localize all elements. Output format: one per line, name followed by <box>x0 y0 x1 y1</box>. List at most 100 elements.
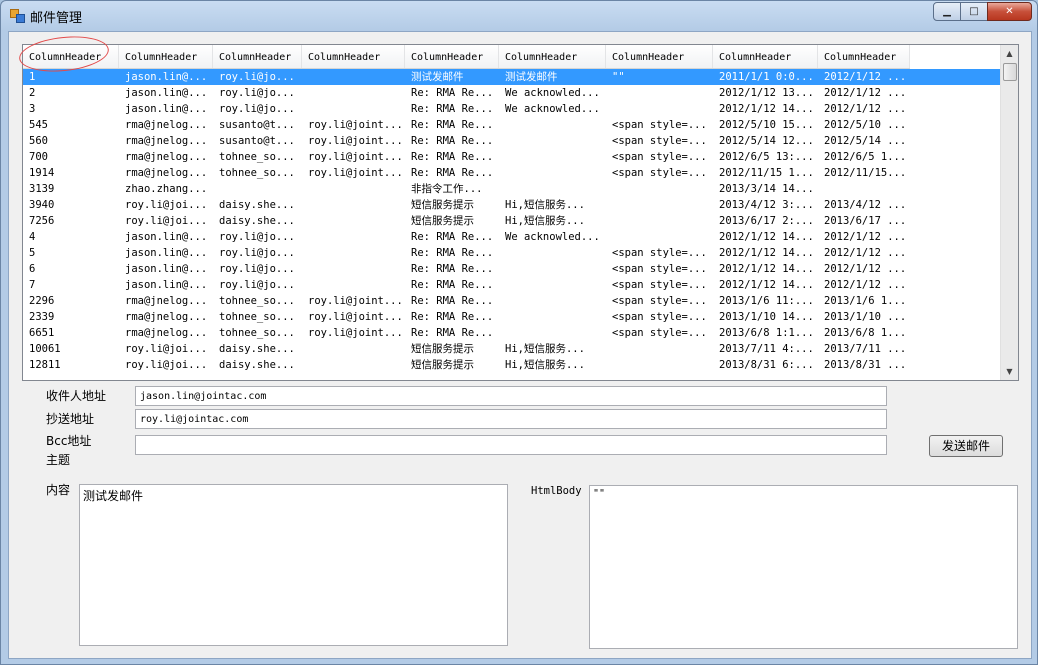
table-row[interactable]: 3940 roy.li@joi... daisy.she... 短信服务提示 Hi,短信… <box>23 197 1001 213</box>
table-cell: jason.lin@... <box>125 71 208 83</box>
column-header[interactable]: ColumnHeader <box>119 45 213 68</box>
maximize-button[interactable]: □ <box>960 2 988 21</box>
table-row[interactable]: 10061 roy.li@joi... daisy.she... 短信服务提示 Hi,短… <box>23 341 1001 357</box>
scroll-thumb[interactable] <box>1003 63 1017 81</box>
table-cell: roy.li@jo... <box>219 103 295 115</box>
table-cell <box>499 293 606 309</box>
table-cell <box>606 181 713 197</box>
minimize-button[interactable]: ▁ <box>933 2 961 21</box>
table-row[interactable]: 2 jason.lin@... roy.li@jo... Re: RMA Re... W… <box>23 85 1001 101</box>
table-row[interactable]: 700 rma@jnelog... tohnee_so... roy.li@joint… <box>23 149 1001 165</box>
table-cell <box>606 229 713 245</box>
table-cell: 10061 <box>29 343 61 355</box>
table-cell <box>499 117 606 133</box>
table-cell <box>499 261 606 277</box>
to-field[interactable]: jason.lin@jointac.com <box>135 386 887 406</box>
table-cell: 2013/6/8 1... <box>824 327 907 339</box>
scroll-up-icon[interactable]: ▲ <box>1001 45 1018 62</box>
cc-label: 抄送地址 <box>46 412 95 426</box>
table-cell: Re: RMA Re... <box>411 151 494 163</box>
table-cell: <span style=... <box>612 167 707 179</box>
table-cell: 2013/7/11 4:... <box>719 343 814 355</box>
column-header[interactable]: ColumnHeader <box>606 45 713 68</box>
content-textarea[interactable]: 测试发邮件 <box>79 484 508 646</box>
table-cell: 2012/1/12 14... <box>719 263 814 275</box>
column-header[interactable]: ColumnHeader <box>302 45 405 68</box>
table-cell: <span style=... <box>612 135 707 147</box>
table-row[interactable]: 7 jason.lin@... roy.li@jo... Re: RMA Re... <… <box>23 277 1001 293</box>
table-cell: 2013/1/6 1... <box>824 295 907 307</box>
to-label: 收件人地址 <box>46 389 107 403</box>
table-row[interactable]: 1 jason.lin@... roy.li@jo... 测试发邮件 测试发邮件 "" 20… <box>23 69 1001 85</box>
table-cell: <span style=... <box>612 151 707 163</box>
table-cell: <span style=... <box>612 327 707 339</box>
table-cell: We acknowled... <box>505 103 600 115</box>
table-row[interactable]: 2339 rma@jnelog... tohnee_so... roy.li@join… <box>23 309 1001 325</box>
table-cell: 700 <box>29 151 48 163</box>
table-cell: rma@jnelog... <box>125 151 208 163</box>
close-button[interactable]: ✕ <box>987 2 1032 21</box>
minimize-icon: ▁ <box>943 6 951 17</box>
htmlbody-label: HtmlBody <box>531 485 582 497</box>
table-row[interactable]: 7256 roy.li@joi... daisy.she... 短信服务提示 Hi,短信… <box>23 213 1001 229</box>
table-cell: We acknowled... <box>505 87 600 99</box>
table-cell <box>606 213 713 229</box>
table-cell: daisy.she... <box>219 359 295 371</box>
send-mail-button[interactable]: 发送邮件 <box>929 435 1003 457</box>
table-cell <box>606 197 713 213</box>
table-cell: 6 <box>29 263 36 275</box>
table-cell: Hi,短信服务... <box>505 215 585 227</box>
caption-buttons: ▁ □ ✕ <box>933 2 1032 21</box>
table-cell: 6651 <box>29 327 55 339</box>
table-cell: 2012/1/12 14... <box>719 247 814 259</box>
column-header[interactable]: ColumnHeader <box>405 45 499 68</box>
app-icon <box>10 9 25 23</box>
htmlbody-textarea[interactable]: "" <box>589 485 1018 649</box>
table-row[interactable]: 3 jason.lin@... roy.li@jo... Re: RMA Re... W… <box>23 101 1001 117</box>
table-cell: jason.lin@... <box>125 263 208 275</box>
table-cell: 2013/1/10 ... <box>824 311 907 323</box>
scroll-down-icon[interactable]: ▼ <box>1001 363 1018 380</box>
table-cell: roy.li@jo... <box>219 279 295 291</box>
table-cell: 7256 <box>29 215 55 227</box>
table-row[interactable]: 560 rma@jnelog... susanto@t... roy.li@joint… <box>23 133 1001 149</box>
table-row[interactable]: 3139 zhao.zhang... 非指令工作... 2013/3/14 14... <box>23 181 1001 197</box>
table-cell: daisy.she... <box>219 343 295 355</box>
table-cell: 2013/4/12 3:... <box>719 199 814 211</box>
column-header[interactable]: ColumnHeader <box>213 45 302 68</box>
column-header[interactable]: ColumnHeader <box>713 45 818 68</box>
table-cell: Re: RMA Re... <box>411 311 494 323</box>
table-row[interactable]: 6651 rma@jnelog... tohnee_so... roy.li@join… <box>23 325 1001 341</box>
table-cell: 5 <box>29 247 36 259</box>
mail-listview[interactable]: ColumnHeader ColumnHeader ColumnHeader Colu… <box>22 44 1019 381</box>
table-cell: 1914 <box>29 167 55 179</box>
table-row[interactable]: 6 jason.lin@... roy.li@jo... Re: RMA Re... <… <box>23 261 1001 277</box>
table-cell: jason.lin@... <box>125 103 208 115</box>
cc-field[interactable]: roy.li@jointac.com <box>135 409 887 429</box>
column-header[interactable]: ColumnHeader <box>818 45 910 68</box>
table-cell: 1 <box>29 71 36 83</box>
table-cell: "" <box>612 71 625 83</box>
vertical-scrollbar[interactable]: ▲ ▼ <box>1000 45 1018 380</box>
table-cell: roy.li@jo... <box>219 87 295 99</box>
table-cell: 2013/3/14 14... <box>719 183 814 195</box>
table-cell: <span style=... <box>612 311 707 323</box>
table-cell: <span style=... <box>612 119 707 131</box>
table-cell: 2013/1/6 11:... <box>719 295 814 307</box>
table-cell: tohnee_so... <box>219 327 295 339</box>
table-cell <box>606 341 713 357</box>
table-row[interactable]: 545 rma@jnelog... susanto@t... roy.li@joint… <box>23 117 1001 133</box>
table-row[interactable]: 12811 roy.li@joi... daisy.she... 短信服务提示 Hi,短… <box>23 357 1001 373</box>
table-cell: 2012/1/12 13... <box>719 87 814 99</box>
column-header[interactable]: ColumnHeader <box>499 45 606 68</box>
bcc-field[interactable] <box>135 435 887 455</box>
table-row[interactable]: 2296 rma@jnelog... tohnee_so... roy.li@join… <box>23 293 1001 309</box>
title-bar[interactable]: 邮件管理 ▁ □ ✕ <box>1 1 1037 31</box>
table-cell: 2012/1/12 ... <box>824 231 907 243</box>
table-row[interactable]: 5 jason.lin@... roy.li@jo... Re: RMA Re... <… <box>23 245 1001 261</box>
table-row[interactable]: 4 jason.lin@... roy.li@jo... Re: RMA Re... W… <box>23 229 1001 245</box>
table-row[interactable]: 1914 rma@jnelog... tohnee_so... roy.li@join… <box>23 165 1001 181</box>
table-cell: roy.li@joint... <box>308 119 403 131</box>
table-cell <box>302 229 405 245</box>
table-cell: 短信服务提示 <box>411 343 474 355</box>
